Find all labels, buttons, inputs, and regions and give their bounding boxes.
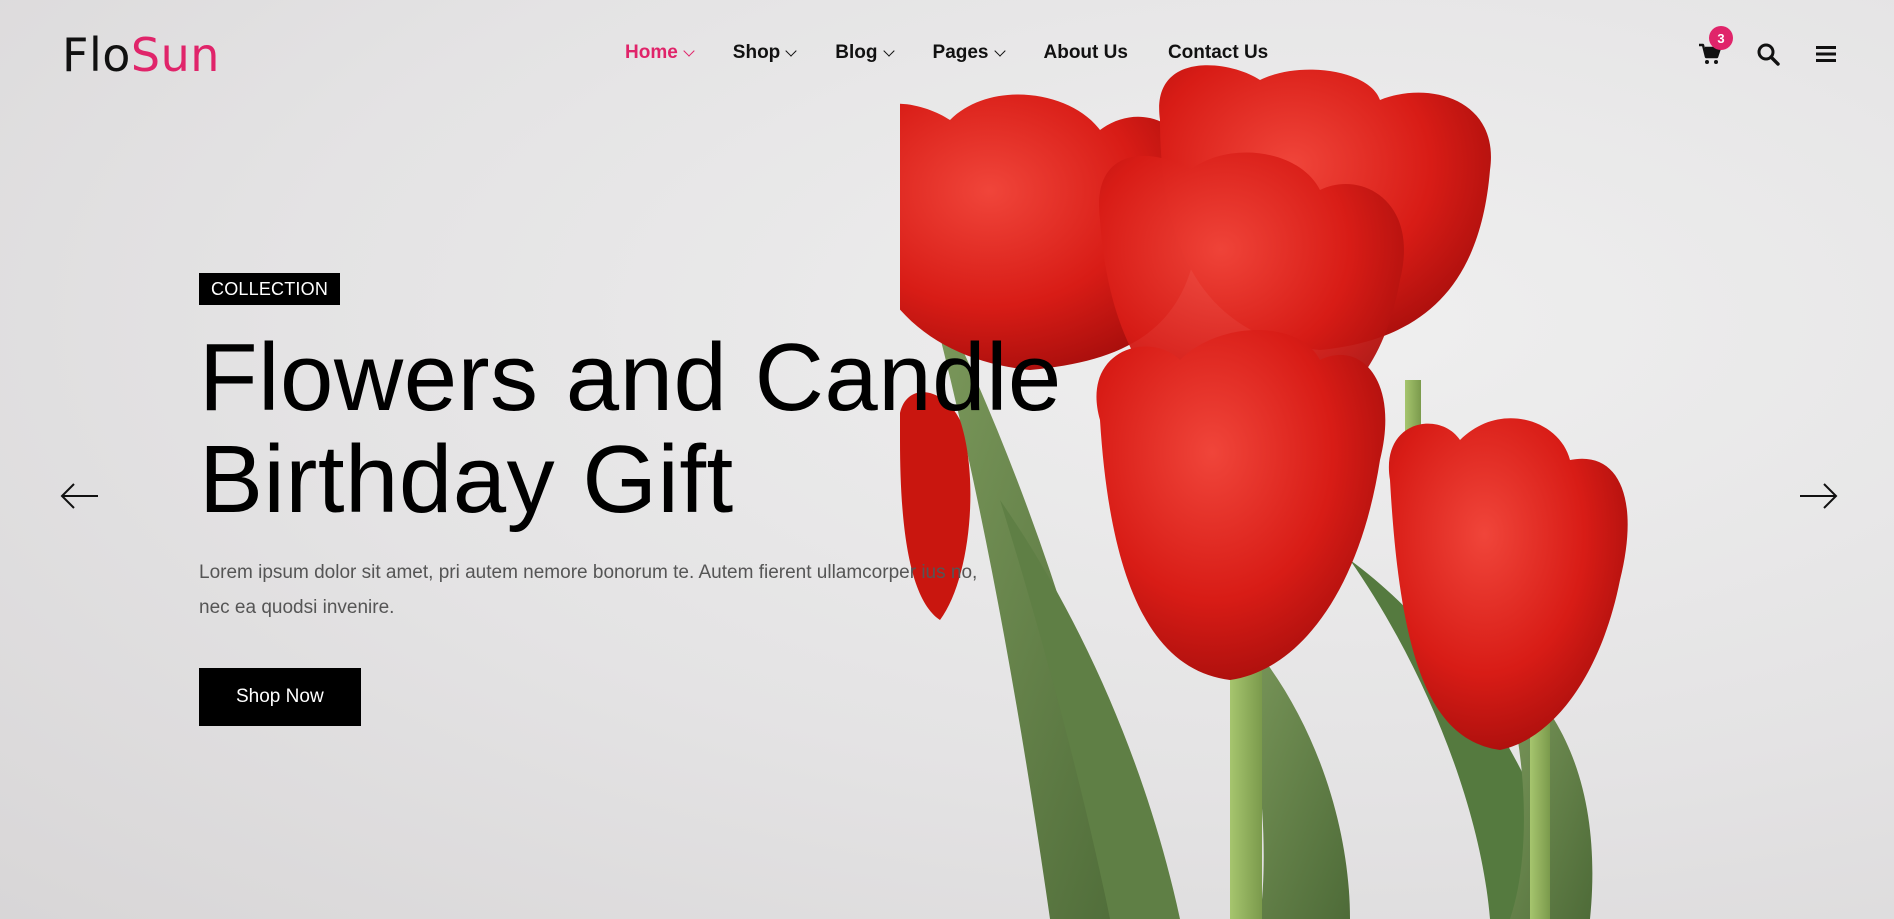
nav-item-about-us[interactable]: About Us [1044,42,1128,64]
hero-headline: Flowers and Candle Birthday Gift [199,327,1099,531]
hamburger-menu-icon [1816,46,1836,62]
nav-item-label: About Us [1043,42,1128,63]
arrow-right-icon [1800,483,1838,509]
nav-item-pages[interactable]: Pages [932,42,1006,64]
logo-text-accent: Sun [130,28,220,82]
site-header: FloSun Home Shop Blog Pages About Us Con… [0,0,1894,110]
nav-item-label: Pages [932,42,989,63]
chevron-down-icon [785,44,797,57]
chevron-down-icon [683,44,695,57]
slider-prev-button[interactable] [60,482,100,510]
nav-item-label: Blog [835,42,878,63]
nav-item-shop[interactable]: Shop [732,42,797,64]
slider-next-button[interactable] [1798,482,1838,510]
arrow-left-icon [60,483,98,509]
chevron-down-icon [882,44,895,57]
logo-text-primary: Flo [62,28,131,82]
collection-tag: COLLECTION [199,273,341,305]
cart-button[interactable]: 3 [1698,26,1733,66]
header-actions: 3 [1698,26,1838,66]
nav-item-home[interactable]: Home [625,42,695,64]
chevron-down-icon [993,44,1006,57]
nav-item-label: Contact Us [1167,42,1269,63]
menu-button[interactable] [1814,42,1838,66]
nav-item-label: Shop [732,42,781,63]
nav-item-contact-us[interactable]: Contact Us [1168,42,1268,64]
headline-line-1: Flowers and Candle [199,324,1062,431]
hero-description: Lorem ipsum dolor sit amet, pri autem ne… [199,562,978,618]
nav-item-label: Home [625,42,678,63]
site-logo[interactable]: FloSun [62,28,220,82]
shop-now-button[interactable]: Shop Now [199,668,361,726]
search-icon [1757,43,1780,66]
nav-item-blog[interactable]: Blog [835,42,895,64]
main-navigation: Home Shop Blog Pages About Us Contact Us [625,42,1308,64]
headline-line-2: Birthday Gift [199,426,734,533]
hero-content: COLLECTION Flowers and Candle Birthday G… [199,273,1099,726]
search-button[interactable] [1756,42,1780,66]
cart-count-badge: 3 [1709,26,1733,50]
